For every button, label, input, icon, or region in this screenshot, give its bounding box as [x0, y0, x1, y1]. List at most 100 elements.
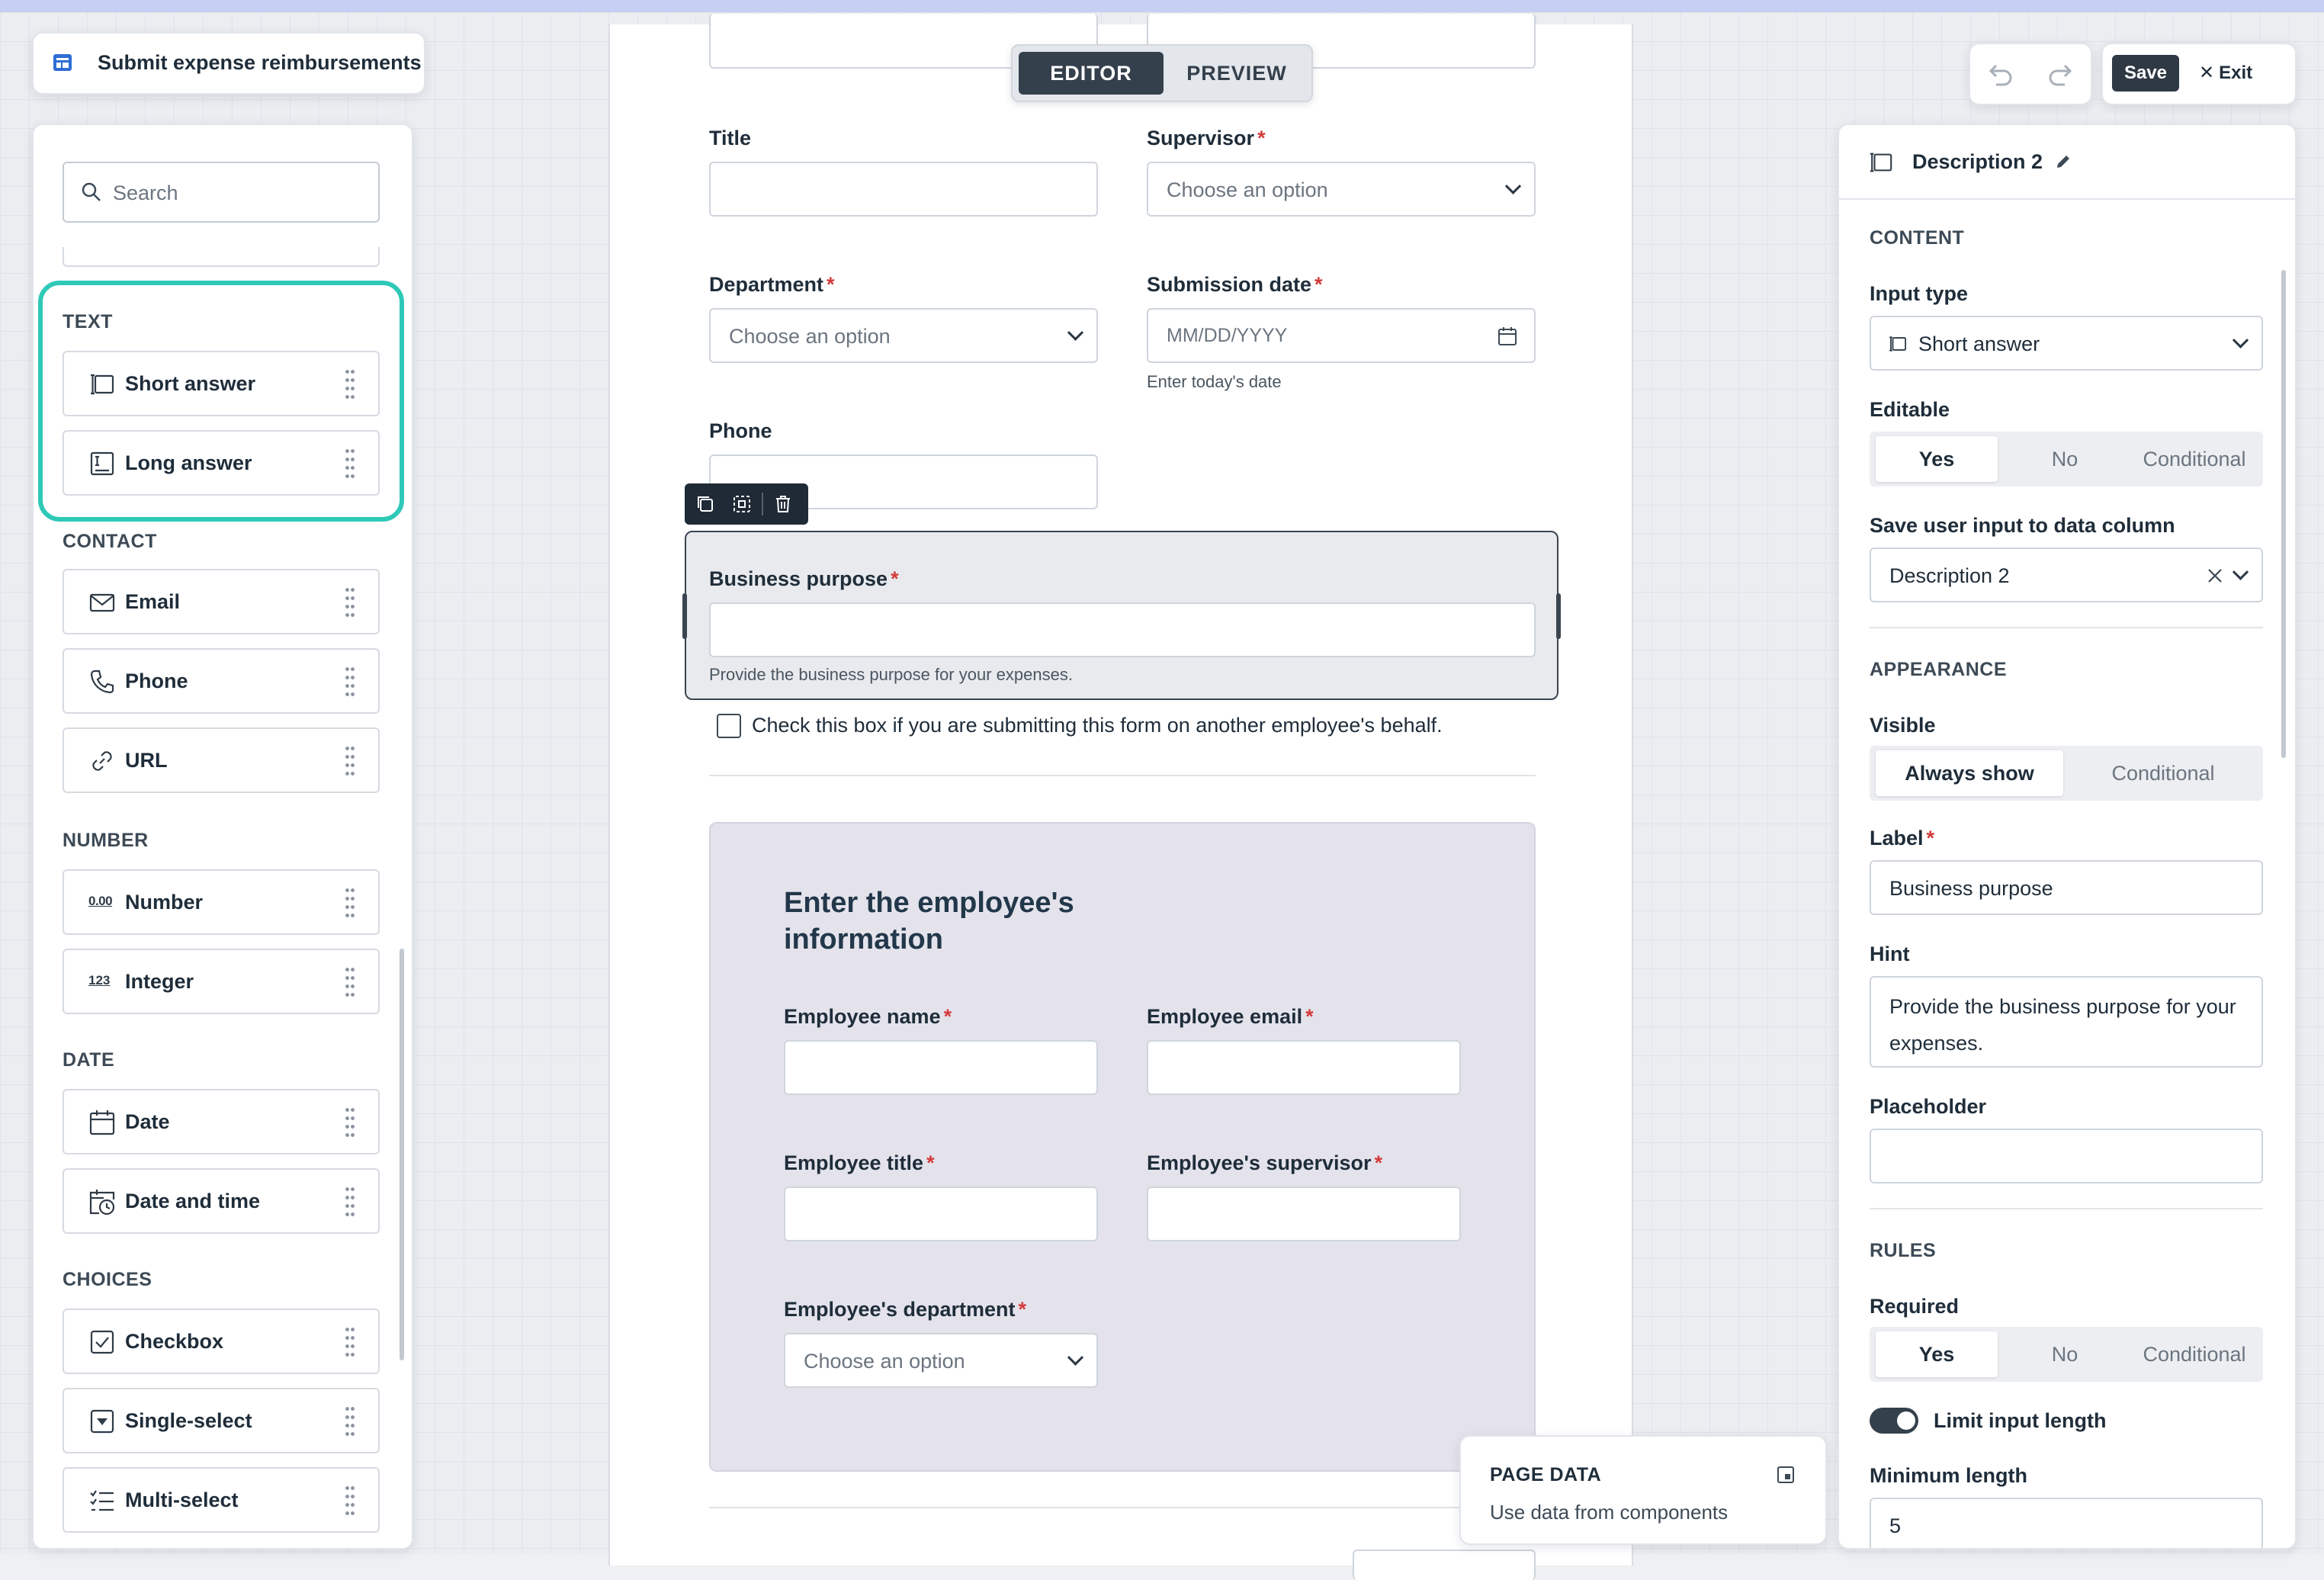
input-type-select[interactable]: Short answer [1870, 316, 2263, 371]
drag-handle-icon[interactable] [345, 1405, 355, 1438]
submission-date-input[interactable]: MM/DD/YYYY [1147, 308, 1536, 363]
drag-handle-icon[interactable] [345, 886, 355, 920]
palette-scrollbar[interactable] [400, 949, 404, 1360]
date-placeholder: MM/DD/YYYY [1167, 325, 1288, 346]
save-button[interactable]: Save [2112, 55, 2179, 92]
business-purpose-component[interactable]: Business purpose * Provide the business p… [682, 531, 1561, 700]
resize-handle-right[interactable] [1556, 593, 1561, 639]
visible-segmented: Always show Conditional [1870, 746, 2263, 801]
undo-redo-group [1969, 43, 2092, 105]
drag-handle-icon[interactable] [345, 368, 355, 401]
undo-icon[interactable] [1987, 61, 2014, 87]
drag-handle-icon[interactable] [345, 965, 355, 999]
employee-department-select[interactable]: Choose an option [784, 1333, 1098, 1388]
drag-handle-icon[interactable] [345, 586, 355, 619]
drag-handle-icon[interactable] [345, 744, 355, 778]
visible-label: Visible [1870, 714, 1936, 737]
limit-length-toggle[interactable] [1870, 1408, 1918, 1434]
redo-icon[interactable] [2046, 61, 2074, 87]
label-input-value: Business purpose [1889, 877, 2053, 900]
behalf-checkbox-label: Check this box if you are submitting thi… [752, 714, 1443, 737]
palette-item-label: Email [125, 590, 181, 613]
required-yes[interactable]: Yes [1876, 1331, 1998, 1377]
duplicate-icon[interactable] [695, 494, 715, 514]
palette-item-url[interactable]: URL [63, 727, 380, 793]
form-button-partial[interactable] [1353, 1549, 1536, 1580]
save-column-select[interactable]: Description 2 [1870, 548, 2263, 602]
palette-item-date-time[interactable]: Date and time [63, 1168, 380, 1234]
drag-handle-icon[interactable] [345, 1484, 355, 1517]
label-input[interactable]: Business purpose [1870, 860, 2263, 915]
placeholder-input[interactable] [1870, 1129, 2263, 1183]
limit-length-label: Limit input length [1934, 1409, 2107, 1432]
supervisor-placeholder: Choose an option [1167, 178, 1328, 201]
inspector-title: Description 2 [1912, 150, 2043, 173]
drag-handle-icon[interactable] [345, 447, 355, 480]
inspector-panel: Description 2 CONTENT Input type Short a… [1838, 124, 2297, 1549]
behalf-checkbox[interactable] [717, 714, 741, 738]
palette-item-label: Date and time [125, 1190, 261, 1212]
pencil-icon[interactable] [2054, 153, 2072, 171]
required-conditional[interactable]: Conditional [2126, 1331, 2263, 1377]
palette-search-input[interactable]: Search [63, 162, 380, 223]
supervisor-select[interactable]: Choose an option [1147, 162, 1536, 217]
select-parent-icon[interactable] [732, 494, 752, 514]
palette-item-label: Number [125, 891, 204, 914]
palette-item-short-answer[interactable]: Short answer [63, 351, 380, 416]
palette-item-long-answer[interactable]: Long answer [63, 430, 380, 496]
calendar-icon[interactable] [1497, 326, 1517, 346]
palette-item-multi-select[interactable]: Multi-select [63, 1467, 380, 1533]
clear-icon[interactable] [2207, 567, 2223, 584]
expand-panel-icon[interactable] [1777, 1466, 1795, 1484]
inspector-scrollbar[interactable] [2281, 270, 2286, 758]
visible-conditional[interactable]: Conditional [2069, 750, 2257, 796]
resize-handle-left[interactable] [682, 593, 687, 639]
drag-handle-icon[interactable] [345, 1325, 355, 1359]
hint-textarea[interactable]: Provide the business purpose for your ex… [1870, 976, 2263, 1068]
palette-item-date[interactable]: Date [63, 1089, 380, 1154]
calendar-clock-icon [89, 1190, 115, 1216]
visible-always-show[interactable]: Always show [1876, 750, 2063, 796]
multi-select-icon [90, 1490, 114, 1511]
editable-yes[interactable]: Yes [1876, 436, 1998, 482]
inspector-divider [1870, 1208, 2263, 1209]
search-icon [82, 182, 101, 201]
single-select-icon [90, 1409, 114, 1434]
palette-item-integer[interactable]: 123 Integer [63, 949, 380, 1014]
employee-email-input[interactable] [1147, 1040, 1461, 1095]
page-data-card[interactable]: PAGE DATA Use data from components [1459, 1435, 1827, 1545]
palette-item-phone[interactable]: Phone [63, 648, 380, 714]
drag-handle-icon[interactable] [345, 1185, 355, 1219]
palette-item-number[interactable]: 0.00 Number [63, 869, 380, 935]
title-input[interactable] [709, 162, 1098, 217]
exit-button[interactable]: ✕ Exit [2199, 55, 2252, 92]
app-frame: Title Supervisor * Choose an option Depar… [0, 0, 2324, 1580]
palette-item-checkbox[interactable]: Checkbox [63, 1309, 380, 1374]
palette-item-label: Short answer [125, 372, 256, 395]
employee-name-input[interactable] [784, 1040, 1098, 1095]
editable-no[interactable]: No [2004, 436, 2126, 482]
palette-item-partial[interactable] [63, 247, 380, 267]
palette-item-email[interactable]: Email [63, 569, 380, 634]
drag-handle-icon[interactable] [345, 1106, 355, 1139]
preview-tab[interactable]: PREVIEW [1165, 52, 1308, 95]
min-length-input[interactable]: 5 [1870, 1498, 2263, 1548]
editable-conditional[interactable]: Conditional [2126, 436, 2263, 482]
required-no[interactable]: No [2004, 1331, 2126, 1377]
section-heading-text: TEXT [63, 311, 113, 332]
app-title-card: Submit expense reimbursements [32, 32, 425, 95]
drag-handle-icon[interactable] [345, 665, 355, 698]
editor-tab[interactable]: EDITOR [1019, 52, 1164, 95]
business-purpose-input[interactable] [709, 602, 1536, 657]
employee-supervisor-input[interactable] [1147, 1187, 1461, 1241]
submission-date-label: Submission date * [1147, 273, 1323, 296]
department-select[interactable]: Choose an option [709, 308, 1098, 363]
required-label: Required [1870, 1295, 1960, 1318]
short-answer-icon [1870, 153, 1892, 172]
input-type-label: Input type [1870, 282, 1968, 305]
trash-icon[interactable] [773, 494, 793, 514]
save-exit-group: Save ✕ Exit [2101, 43, 2297, 105]
min-length-label: Minimum length [1870, 1464, 2027, 1487]
palette-item-single-select[interactable]: Single-select [63, 1388, 380, 1453]
employee-title-input[interactable] [784, 1187, 1098, 1241]
